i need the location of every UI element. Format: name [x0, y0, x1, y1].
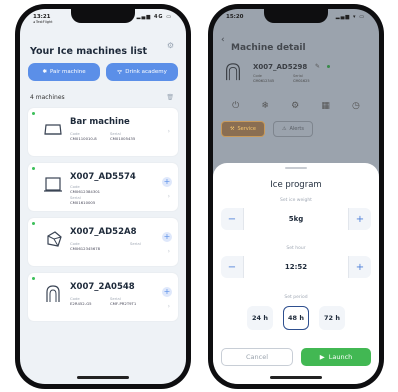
- machine-card[interactable]: X007_AD52A8 Code CM0612345678 Serial + ›: [28, 218, 178, 266]
- snowflake-icon[interactable]: ❄: [261, 101, 269, 111]
- drink-academy-label: Drink academy: [125, 69, 167, 75]
- machines-list-screen: 13:21 ◂ TestFlight ▂▄▆ 4G ▭ Your Ice mac…: [20, 9, 186, 384]
- wrench-icon: ⚒: [230, 126, 235, 132]
- machine-name: X007_2A0548: [70, 282, 135, 292]
- edit-icon[interactable]: ✎: [315, 63, 320, 70]
- serial-value: CMF-PR2T9T1: [110, 301, 137, 306]
- serial-value: CM01610005: [70, 200, 96, 205]
- add-program-button[interactable]: +: [162, 177, 172, 187]
- add-program-button[interactable]: +: [162, 287, 172, 297]
- code-value: CM0612345: [253, 79, 275, 83]
- weight-value[interactable]: 5kg: [243, 208, 349, 230]
- sheet-handle[interactable]: [285, 167, 307, 169]
- machine-name: X007_AD5574: [70, 172, 136, 182]
- chevron-right-icon: ›: [167, 128, 170, 135]
- home-indicator[interactable]: [77, 376, 129, 379]
- settings-icon[interactable]: ⚙: [291, 101, 299, 111]
- arch-machine-icon: [226, 63, 240, 81]
- ice-cube-icon: [47, 231, 62, 247]
- weight-increase-button[interactable]: +: [349, 214, 371, 225]
- ice-program-sheet: Ice program Set ice weight − 5kg + Set h…: [213, 163, 379, 384]
- serial-label: Serial: [130, 241, 141, 246]
- hour-increase-button[interactable]: +: [349, 262, 371, 273]
- clock-icon[interactable]: ◷: [352, 101, 360, 111]
- pair-machine-button[interactable]: ✱ Pair machine: [28, 63, 100, 81]
- machine-name: X007_AD5298: [253, 63, 308, 71]
- serial-value: CM01005435: [110, 136, 136, 141]
- chevron-right-icon: ›: [167, 303, 170, 310]
- machine-card[interactable]: X007_2A0548 Code E2R452-G5 Serial CMF-PR…: [28, 273, 178, 321]
- page-title: Your Ice machines list: [30, 46, 148, 57]
- notch: [71, 9, 135, 23]
- machine-detail-screen: 15:20 ▂▄▆ ▾ ▭ ‹ Machine detail X007_AD52…: [213, 9, 379, 384]
- add-program-button[interactable]: +: [162, 232, 172, 242]
- right-phone: 15:20 ▂▄▆ ▾ ▭ ‹ Machine detail X007_AD52…: [208, 4, 384, 389]
- back-icon[interactable]: ‹: [221, 35, 225, 45]
- gear-icon[interactable]: ⚙: [167, 41, 174, 50]
- machine-card[interactable]: Bar machine Code CM0110010-8 Serial CM01…: [28, 108, 178, 156]
- left-phone: 13:21 ◂ TestFlight ▂▄▆ 4G ▭ Your Ice mac…: [15, 4, 191, 389]
- play-icon: ▶: [319, 353, 325, 361]
- pair-machine-label: Pair machine: [49, 69, 86, 75]
- serial-label: Serial: [293, 74, 303, 78]
- power-icon[interactable]: ⏻: [232, 101, 239, 111]
- online-dot: [32, 112, 35, 115]
- status-icons: ▂▄▆ 4G ▭: [136, 14, 172, 20]
- period-24h[interactable]: 24 h: [247, 306, 273, 330]
- trash-icon[interactable]: 🗑: [166, 94, 174, 101]
- code-value: CM0110010-8: [70, 136, 97, 141]
- period-label: Set period: [284, 295, 308, 300]
- period-48h-selected[interactable]: 48 h: [283, 306, 309, 330]
- glass-icon: 🝖: [117, 69, 123, 76]
- status-time: 15:20: [226, 14, 244, 20]
- status-testflight[interactable]: ◂ TestFlight: [33, 20, 53, 24]
- tab-service[interactable]: ⚒ Service: [221, 121, 265, 137]
- sheet-title: Ice program: [270, 180, 322, 190]
- weight-stepper: − 5kg +: [221, 208, 371, 230]
- bar-machine-icon: [44, 124, 62, 135]
- hour-stepper: − 12:52 +: [221, 256, 371, 278]
- home-indicator[interactable]: [270, 376, 322, 379]
- online-dot: [32, 167, 35, 170]
- cube-machine-icon: [44, 177, 62, 192]
- serial-value: CM01625: [293, 79, 310, 83]
- code-value: CM0612345678: [70, 246, 101, 251]
- arch-machine-icon: [46, 285, 60, 302]
- hour-label: Set hour: [286, 246, 306, 251]
- chevron-right-icon: ›: [167, 193, 170, 200]
- online-dot: [32, 222, 35, 225]
- weight-decrease-button[interactable]: −: [221, 214, 243, 225]
- period-72h[interactable]: 72 h: [319, 306, 345, 330]
- period-options: 24 h 48 h 72 h: [213, 306, 379, 330]
- alert-icon: ⚠: [281, 126, 287, 132]
- notch: [264, 9, 328, 23]
- machine-name: X007_AD52A8: [70, 227, 137, 237]
- hour-value[interactable]: 12:52: [243, 256, 349, 278]
- action-icons-row: ⏻ ❄ ⚙ ▦ ◷: [221, 101, 371, 111]
- detail-title: Machine detail: [231, 43, 306, 53]
- tab-alerts[interactable]: ⚠ Alerts: [272, 121, 313, 137]
- chart-icon[interactable]: ▦: [321, 101, 330, 111]
- code-value: E2R452-G5: [70, 301, 92, 306]
- hour-decrease-button[interactable]: −: [221, 262, 243, 273]
- tab-service-label: Service: [237, 126, 256, 132]
- chevron-right-icon: ›: [167, 248, 170, 255]
- online-dot: [327, 65, 330, 68]
- online-dot: [32, 277, 35, 280]
- pair-icon: ✱: [42, 69, 47, 75]
- status-icons: ▂▄▆ ▾ ▭: [335, 14, 365, 20]
- machine-card[interactable]: X007_AD5574 Code CM0612384301 Serial CM0…: [28, 163, 178, 211]
- machines-list: Bar machine Code CM0110010-8 Serial CM01…: [28, 108, 178, 321]
- launch-button[interactable]: ▶ Launch: [301, 348, 371, 366]
- cancel-button[interactable]: Cancel: [221, 348, 293, 366]
- drink-academy-button[interactable]: 🝖 Drink academy: [106, 63, 178, 81]
- code-value: CM0612384301: [70, 189, 101, 194]
- code-label: Code: [253, 74, 262, 78]
- launch-label: Launch: [328, 353, 353, 361]
- machines-count: 4 machines: [30, 94, 65, 101]
- machine-name: Bar machine: [70, 117, 130, 127]
- weight-label: Set ice weight: [280, 198, 312, 203]
- machine-summary: X007_AD5298 ✎ Code CM0612345 Serial CM01…: [223, 59, 369, 87]
- tab-alerts-label: Alerts: [289, 126, 304, 132]
